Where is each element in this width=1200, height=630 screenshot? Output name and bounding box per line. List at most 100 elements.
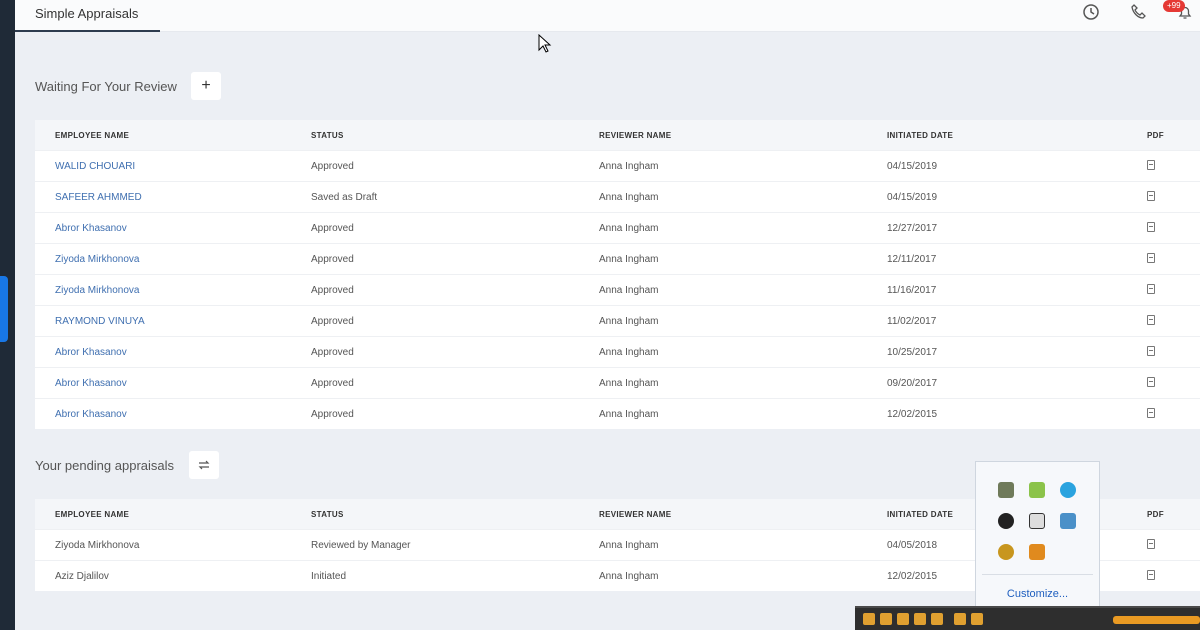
waiting-section-title: Waiting For Your Review <box>35 79 177 94</box>
table-row: SAFEER AHMMED Saved as Draft Anna Ingham 04… <box>35 181 1200 212</box>
pdf-icon[interactable] <box>1147 314 1155 325</box>
pdf-icon[interactable] <box>1147 407 1155 418</box>
employee-name-cell[interactable]: Ziyoda Mirkhonova <box>35 285 311 296</box>
media-prev-icon[interactable] <box>914 613 926 625</box>
employee-name-cell[interactable]: Abror Khasanov <box>35 409 311 420</box>
initiated-date-cell: 04/15/2019 <box>887 191 938 203</box>
media-open-icon[interactable] <box>954 613 966 625</box>
sidebar-active-indicator[interactable] <box>0 276 8 342</box>
col-pdf: PDF <box>1147 130 1164 140</box>
employee-name-cell[interactable]: SAFEER AHMMED <box>35 192 311 203</box>
employee-name-cell[interactable]: RAYMOND VINUYA <box>35 316 311 327</box>
media-stop-icon[interactable] <box>897 613 909 625</box>
media-play-icon[interactable] <box>863 613 875 625</box>
initiated-date-cell: 12/02/2015 <box>887 408 938 420</box>
status-cell: Approved <box>311 408 354 420</box>
status-cell: Approved <box>311 222 354 234</box>
employee-name-cell[interactable]: WALID CHOUARI <box>35 161 311 172</box>
employee-name-cell[interactable]: Abror Khasanov <box>35 378 311 389</box>
status-cell: Approved <box>311 315 354 327</box>
col-reviewer-name[interactable]: REVIEWER NAME <box>599 510 887 519</box>
pdf-icon[interactable] <box>1147 345 1155 356</box>
mouse-cursor-icon <box>538 34 552 53</box>
status-cell: Initiated <box>311 570 347 582</box>
notification-badge: +99 <box>1163 0 1185 12</box>
reviewer-name-cell: Anna Ingham <box>599 222 659 234</box>
status-cell: Saved as Draft <box>311 191 378 203</box>
pdf-icon[interactable] <box>1147 159 1155 170</box>
reviewer-name-cell: Anna Ingham <box>599 191 659 203</box>
pdf-icon[interactable] <box>1147 221 1155 232</box>
initiated-date-cell: 09/20/2017 <box>887 377 938 389</box>
reviewer-name-cell: Anna Ingham <box>599 284 659 296</box>
status-cell: Approved <box>311 284 354 296</box>
pdf-icon[interactable] <box>1147 569 1155 580</box>
left-sidebar <box>0 0 15 630</box>
tray-divider <box>982 574 1093 575</box>
col-employee-name[interactable]: EMPLOYEE NAME <box>35 510 311 519</box>
tray-app-icon[interactable] <box>998 482 1014 498</box>
refresh-button[interactable] <box>189 451 219 479</box>
table-row: Ziyoda Mirkhonova Approved Anna Ingham 12/1… <box>35 243 1200 274</box>
tray-player-icon[interactable] <box>1029 544 1045 560</box>
col-employee-name[interactable]: EMPLOYEE NAME <box>35 131 311 140</box>
pdf-cell <box>1147 252 1200 266</box>
employee-name-cell[interactable]: Abror Khasanov <box>35 347 311 358</box>
pdf-cell <box>1147 376 1200 390</box>
table-row: Abror Khasanov Approved Anna Ingham 12/27/2… <box>35 212 1200 243</box>
system-tray-popup: Customize... <box>975 461 1100 610</box>
pdf-cell <box>1147 221 1200 235</box>
customize-link[interactable]: Customize... <box>976 588 1099 600</box>
pdf-icon[interactable] <box>1147 252 1155 263</box>
media-volume-icon[interactable] <box>971 613 983 625</box>
reviewer-name-cell: Anna Ingham <box>599 253 659 265</box>
add-button[interactable]: + <box>191 72 221 100</box>
reviewer-name-cell: Anna Ingham <box>599 377 659 389</box>
tray-check-icon[interactable] <box>1029 482 1045 498</box>
status-cell: Approved <box>311 160 354 172</box>
status-cell: Approved <box>311 346 354 358</box>
media-progress-bar[interactable] <box>1113 616 1200 624</box>
waiting-table: EMPLOYEE NAME STATUS REVIEWER NAME INITI… <box>35 120 1200 429</box>
pdf-icon[interactable] <box>1147 538 1155 549</box>
initiated-date-cell: 11/16/2017 <box>887 284 937 296</box>
table-row: Abror Khasanov Approved Anna Ingham 09/20/2… <box>35 367 1200 398</box>
tray-stop-icon[interactable] <box>1029 513 1045 529</box>
employee-name-cell[interactable]: Abror Khasanov <box>35 223 311 234</box>
col-initiated-date[interactable]: INITIATED DATE <box>887 131 1147 140</box>
reviewer-name-cell: Anna Ingham <box>599 346 659 358</box>
tray-update-icon[interactable] <box>998 544 1014 560</box>
initiated-date-cell: 10/25/2017 <box>887 346 938 358</box>
reviewer-name-cell: Anna Ingham <box>599 539 659 551</box>
status-cell: Approved <box>311 253 354 265</box>
col-reviewer-name[interactable]: REVIEWER NAME <box>599 131 887 140</box>
tab-simple-appraisals[interactable]: Simple Appraisals <box>15 0 160 32</box>
status-cell: Reviewed by Manager <box>311 539 411 551</box>
pdf-cell <box>1147 407 1200 421</box>
pdf-icon[interactable] <box>1147 190 1155 201</box>
col-pdf: PDF <box>1147 509 1164 519</box>
pdf-cell <box>1147 569 1200 583</box>
tray-network-icon[interactable] <box>1060 513 1076 529</box>
pdf-cell <box>1147 283 1200 297</box>
tab-label: Simple Appraisals <box>35 6 139 21</box>
col-status[interactable]: STATUS <box>311 510 599 519</box>
refresh-icon <box>198 460 210 470</box>
telegram-icon[interactable] <box>1060 482 1076 498</box>
pdf-cell <box>1147 538 1200 552</box>
status-cell: Approved <box>311 377 354 389</box>
employee-name-cell: Aziz Djalilov <box>55 570 109 582</box>
col-status[interactable]: STATUS <box>311 131 599 140</box>
table-row: Ziyoda Mirkhonova Approved Anna Ingham 11/1… <box>35 274 1200 305</box>
clock-icon[interactable] <box>1082 3 1100 21</box>
reviewer-name-cell: Anna Ingham <box>599 160 659 172</box>
tray-satellite-icon[interactable] <box>998 513 1014 529</box>
media-pause-icon[interactable] <box>880 613 892 625</box>
table-row: Abror Khasanov Approved Anna Ingham 12/02/2… <box>35 398 1200 429</box>
media-next-icon[interactable] <box>931 613 943 625</box>
phone-icon[interactable] <box>1130 3 1148 21</box>
pdf-icon[interactable] <box>1147 283 1155 294</box>
employee-name-cell[interactable]: Ziyoda Mirkhonova <box>35 254 311 265</box>
pdf-icon[interactable] <box>1147 376 1155 387</box>
reviewer-name-cell: Anna Ingham <box>599 408 659 420</box>
